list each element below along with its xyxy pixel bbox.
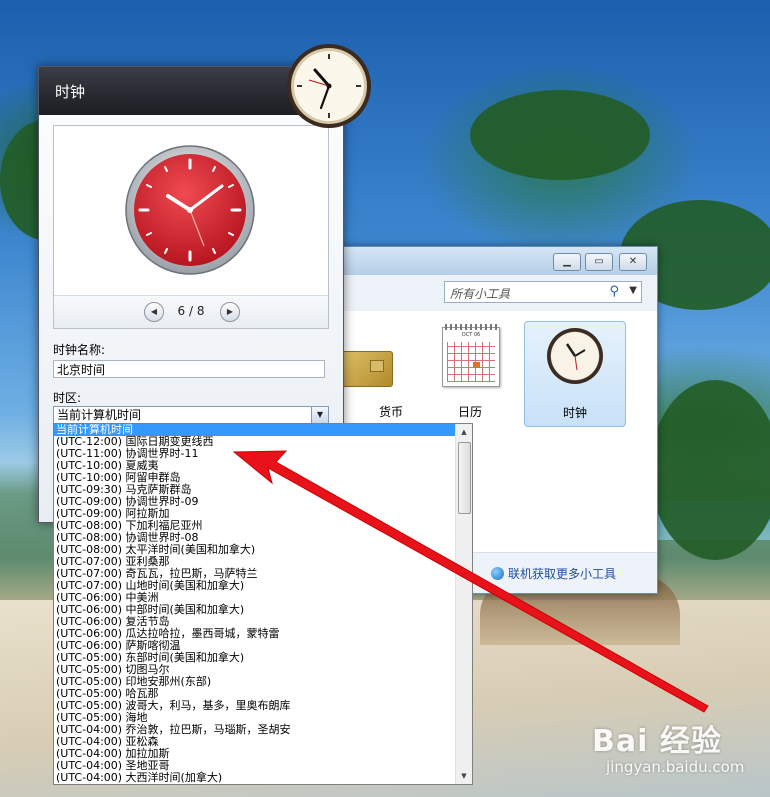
timezone-option[interactable]: (UTC-04:00) 大西洋时间(加拿大) [54, 772, 455, 784]
online-gadgets-link[interactable]: 联机获取更多小工具 [491, 565, 616, 582]
dropdown-scrollbar[interactable]: ▲ ▼ [455, 424, 472, 784]
gadget-label: 时钟 [562, 406, 587, 420]
maximize-button[interactable]: ▭ [585, 253, 613, 271]
page-indicator: 6 / 8 [177, 304, 205, 318]
gadget-item-calendar[interactable]: OCT 06 日历 [420, 321, 520, 425]
currency-card-icon [337, 351, 393, 387]
calendar-month: OCT 06 [461, 332, 481, 338]
watermark-logo: Bai 经验 [592, 724, 722, 759]
scroll-up-icon[interactable]: ▲ [456, 424, 472, 440]
chevron-down-icon[interactable]: ▼ [629, 285, 637, 296]
online-link-label: 联机获取更多小工具 [508, 567, 617, 581]
red-clock-icon [125, 145, 255, 275]
watermark-url: jingyan.baidu.com [606, 758, 745, 776]
preview-navigation: ◀ 6 / 8 ▶ [54, 295, 328, 328]
search-icon[interactable]: ⚲ [609, 284, 619, 299]
scrollbar-thumb[interactable] [458, 442, 471, 514]
timezone-selected-value: 当前计算机时间 [57, 408, 142, 422]
timezone-select[interactable]: 当前计算机时间 ▼ [53, 406, 329, 424]
timezone-label: 时区: [53, 391, 82, 405]
gadget-search-input[interactable]: 所有小工具 ⚲ ▼ [444, 281, 642, 303]
clock-icon [547, 328, 603, 384]
palm-decoration [650, 380, 770, 560]
scroll-down-icon[interactable]: ▼ [456, 768, 472, 784]
gallery-titlebar: ▁ ▭ ✕ [301, 247, 657, 275]
gallery-toolbar: 所有小工具 ⚲ ▼ [301, 275, 657, 311]
chevron-down-icon[interactable]: ▼ [311, 407, 328, 423]
timezone-options: 当前计算机时间 (UTC-12:00) 国际日期变更线西 (UTC-11:00) 协… [54, 424, 455, 784]
gadget-item-clock[interactable]: 时钟 [524, 321, 626, 427]
palm-decoration [470, 90, 650, 180]
clock-preview: ◀ 6 / 8 ▶ [53, 125, 329, 329]
next-button[interactable]: ▶ [220, 302, 240, 322]
baidu-watermark: Bai 经验 jingyan.baidu.com [592, 716, 744, 776]
timezone-dropdown-list[interactable]: 当前计算机时间 (UTC-12:00) 国际日期变更线西 (UTC-11:00) 协… [53, 423, 473, 785]
globe-icon [491, 567, 504, 580]
settings-title: 时钟 [55, 83, 86, 101]
clock-name-label: 时钟名称: [53, 343, 106, 357]
gadget-label: 日历 [457, 405, 482, 419]
calendar-icon: OCT 06 [442, 324, 500, 387]
search-placeholder: 所有小工具 [450, 287, 511, 301]
minimize-button[interactable]: ▁ [553, 253, 581, 271]
close-button[interactable]: ✕ [619, 253, 647, 271]
clock-name-input[interactable]: 北京时间 [53, 360, 325, 378]
desktop-clock-gadget[interactable] [285, 42, 373, 130]
